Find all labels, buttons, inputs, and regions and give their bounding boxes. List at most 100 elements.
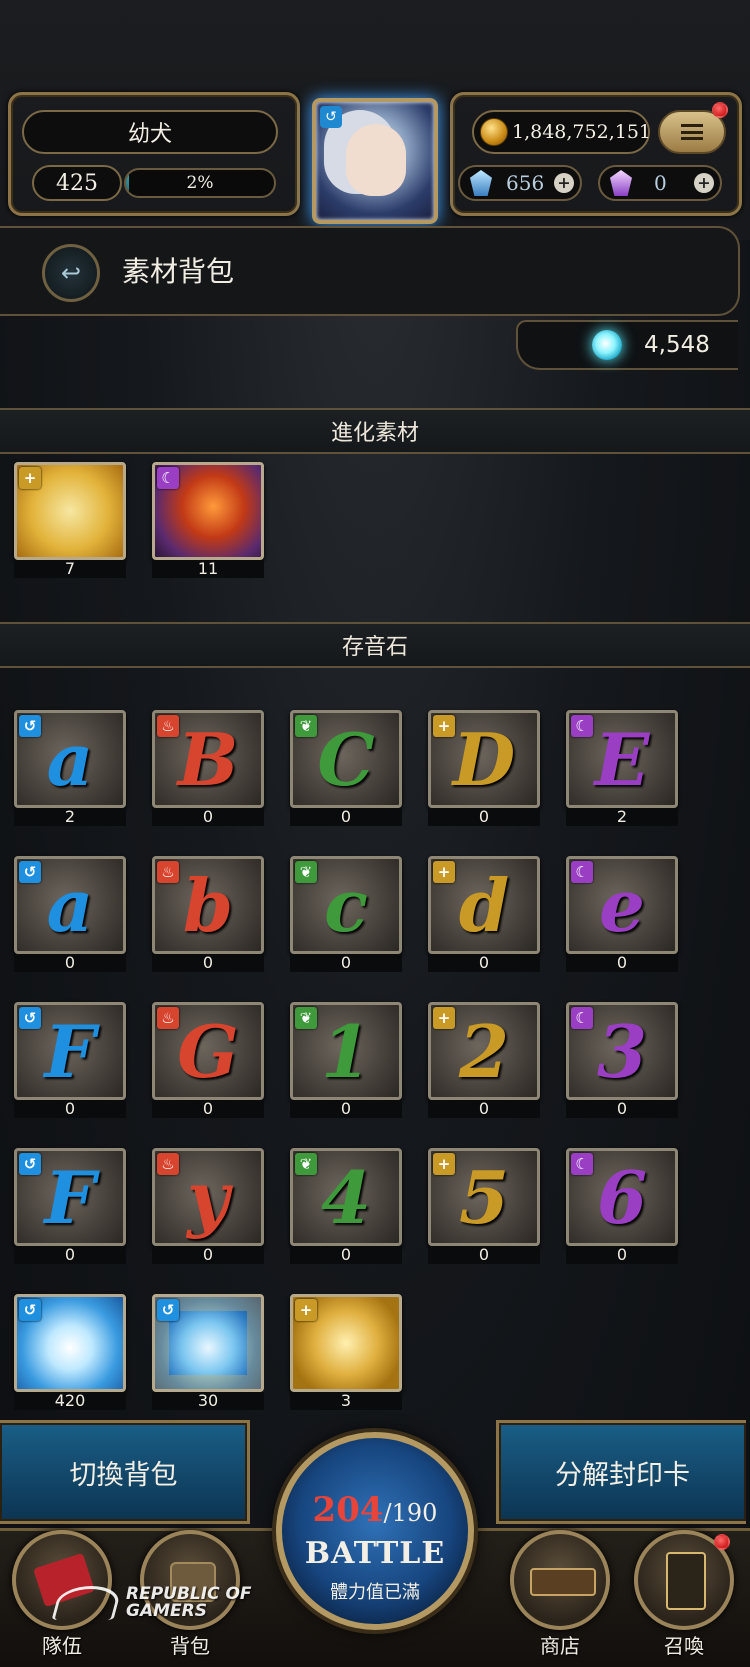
item-image: 1 ❦ — [290, 1002, 402, 1100]
back-arrow-icon: ↩ — [60, 259, 82, 287]
music-stone-item[interactable]: y ♨ 0 — [152, 1148, 264, 1264]
item-count: 2 — [566, 808, 678, 826]
nav-summon[interactable]: 召喚 — [630, 1530, 738, 1660]
music-stone-item[interactable]: 6 ☾ 0 — [566, 1148, 678, 1264]
rog-watermark: REPUBLIC OF GAMERS — [51, 1586, 252, 1621]
stamina-max: /190 — [383, 1499, 438, 1527]
fire-attribute-icon: ♨ — [157, 715, 179, 737]
music-stone-item[interactable]: E ☾ 2 — [566, 710, 678, 826]
item-count: 0 — [566, 1100, 678, 1118]
special-item-treble-clef-stone[interactable]: +3 — [290, 1294, 402, 1410]
wood-attribute-icon: ❦ — [295, 1007, 317, 1029]
music-stone-item[interactable]: D +0 — [428, 710, 540, 826]
soul-count: 4,548 — [644, 332, 710, 358]
item-image: b ♨ — [152, 856, 264, 954]
music-stone-item[interactable]: c ❦ 0 — [290, 856, 402, 972]
item-image: F ↺ — [14, 1002, 126, 1100]
music-stone-item[interactable]: G ♨ 0 — [152, 1002, 264, 1118]
item-count: 2 — [14, 808, 126, 826]
item-count: 0 — [290, 1100, 402, 1118]
item-image: ↺ — [14, 1294, 126, 1392]
gold-display: 1,848,752,151 — [472, 110, 651, 154]
battle-label: BATTLE — [304, 1536, 446, 1571]
item-count: 0 — [566, 1246, 678, 1264]
item-image: + — [14, 462, 126, 560]
item-image: y ♨ — [152, 1148, 264, 1246]
nav-shop[interactable]: 商店 — [506, 1530, 614, 1660]
music-stone-item[interactable]: b ♨ 0 — [152, 856, 264, 972]
crystal-icon — [610, 170, 632, 196]
water-attribute-icon: ↺ — [19, 715, 41, 737]
nav-shop-label: 商店 — [540, 1634, 580, 1658]
player-level: 425 — [32, 165, 122, 201]
music-stone-item[interactable]: 1 ❦ 0 — [290, 1002, 402, 1118]
item-image: 4 ❦ — [290, 1148, 402, 1246]
item-count: 0 — [428, 1100, 540, 1118]
item-count: 0 — [428, 808, 540, 826]
music-stone-item[interactable]: 5 +0 — [428, 1148, 540, 1264]
item-image: 3 ☾ — [566, 1002, 678, 1100]
soul-orb-icon — [592, 330, 622, 360]
item-image: 2 + — [428, 1002, 540, 1100]
music-stone-item[interactable]: 4 ❦ 0 — [290, 1148, 402, 1264]
item-count: 0 — [428, 954, 540, 972]
item-image: G ♨ — [152, 1002, 264, 1100]
fire-attribute-icon: ♨ — [157, 861, 179, 883]
music-stone-item[interactable]: F ↺ 0 — [14, 1148, 126, 1264]
item-count: 0 — [14, 1246, 126, 1264]
music-stone-item[interactable]: B ♨ 0 — [152, 710, 264, 826]
wood-attribute-icon: ❦ — [295, 1153, 317, 1175]
section-header-evolution: 進化素材 — [0, 408, 750, 454]
player-avatar[interactable]: ↺ — [312, 98, 438, 224]
item-image: B ♨ — [152, 710, 264, 808]
item-image: D + — [428, 710, 540, 808]
item-count: 0 — [290, 1246, 402, 1264]
light-attribute-icon: + — [433, 1153, 455, 1175]
item-image: d + — [428, 856, 540, 954]
light-attribute-icon: + — [433, 1007, 455, 1029]
exp-bar: 2% — [124, 168, 276, 198]
add-crystal-button[interactable]: + — [694, 173, 714, 193]
music-stone-item[interactable]: a ↺ 2 — [14, 710, 126, 826]
evolution-item-golden-scroll[interactable]: +7 — [14, 462, 126, 578]
music-stone-item[interactable]: 2 +0 — [428, 1002, 540, 1118]
top-header: 幼犬 425 2% ↺ 1,848,752,151 656 + 0 + — [0, 0, 750, 240]
soul-counter: 4,548 — [516, 320, 738, 370]
dismantle-seal-card-button[interactable]: 分解封印卡 — [496, 1420, 746, 1524]
item-image: C ❦ — [290, 710, 402, 808]
stamina-current: 204 — [312, 1490, 384, 1530]
dark-attribute-icon: ☾ — [157, 467, 179, 489]
music-stone-item[interactable]: a ↺ 0 — [14, 856, 126, 972]
evolution-item-shadow-bird[interactable]: ☾ 11 — [152, 462, 264, 578]
summon-notification-dot — [714, 1534, 730, 1550]
watermark-line2: GAMERS — [126, 1601, 207, 1621]
music-stone-item[interactable]: d +0 — [428, 856, 540, 972]
nav-bag-label: 背包 — [170, 1634, 210, 1658]
battle-button[interactable]: 204/190 BATTLE 體力值已滿 — [276, 1432, 474, 1630]
special-item-blue-lantern[interactable]: ↺ 420 — [14, 1294, 126, 1410]
light-attribute-icon: + — [19, 467, 41, 489]
music-stone-item[interactable]: C ❦ 0 — [290, 710, 402, 826]
back-button[interactable]: ↩ — [42, 244, 100, 302]
crystal-display: 0 + — [598, 165, 722, 201]
item-count: 0 — [290, 954, 402, 972]
add-diamond-button[interactable]: + — [554, 173, 574, 193]
music-stone-item[interactable]: 3 ☾ 0 — [566, 1002, 678, 1118]
item-count: 3 — [290, 1392, 402, 1410]
water-attribute-icon: ↺ — [320, 106, 342, 128]
item-image: 6 ☾ — [566, 1148, 678, 1246]
switch-bag-button[interactable]: 切換背包 — [0, 1420, 250, 1524]
gold-coin-icon — [480, 118, 508, 146]
special-item-blue-compass-lantern[interactable]: ↺ 30 — [152, 1294, 264, 1410]
music-stone-item[interactable]: e ☾ 0 — [566, 856, 678, 972]
water-attribute-icon: ↺ — [19, 861, 41, 883]
fire-attribute-icon: ♨ — [157, 1153, 179, 1175]
music-stone-item[interactable]: F ↺ 0 — [14, 1002, 126, 1118]
item-count: 420 — [14, 1392, 126, 1410]
item-count: 0 — [428, 1246, 540, 1264]
item-image: 5 + — [428, 1148, 540, 1246]
water-attribute-icon: ↺ — [19, 1299, 41, 1321]
wood-attribute-icon: ❦ — [295, 861, 317, 883]
menu-notification-dot — [712, 102, 728, 118]
light-attribute-icon: + — [433, 715, 455, 737]
